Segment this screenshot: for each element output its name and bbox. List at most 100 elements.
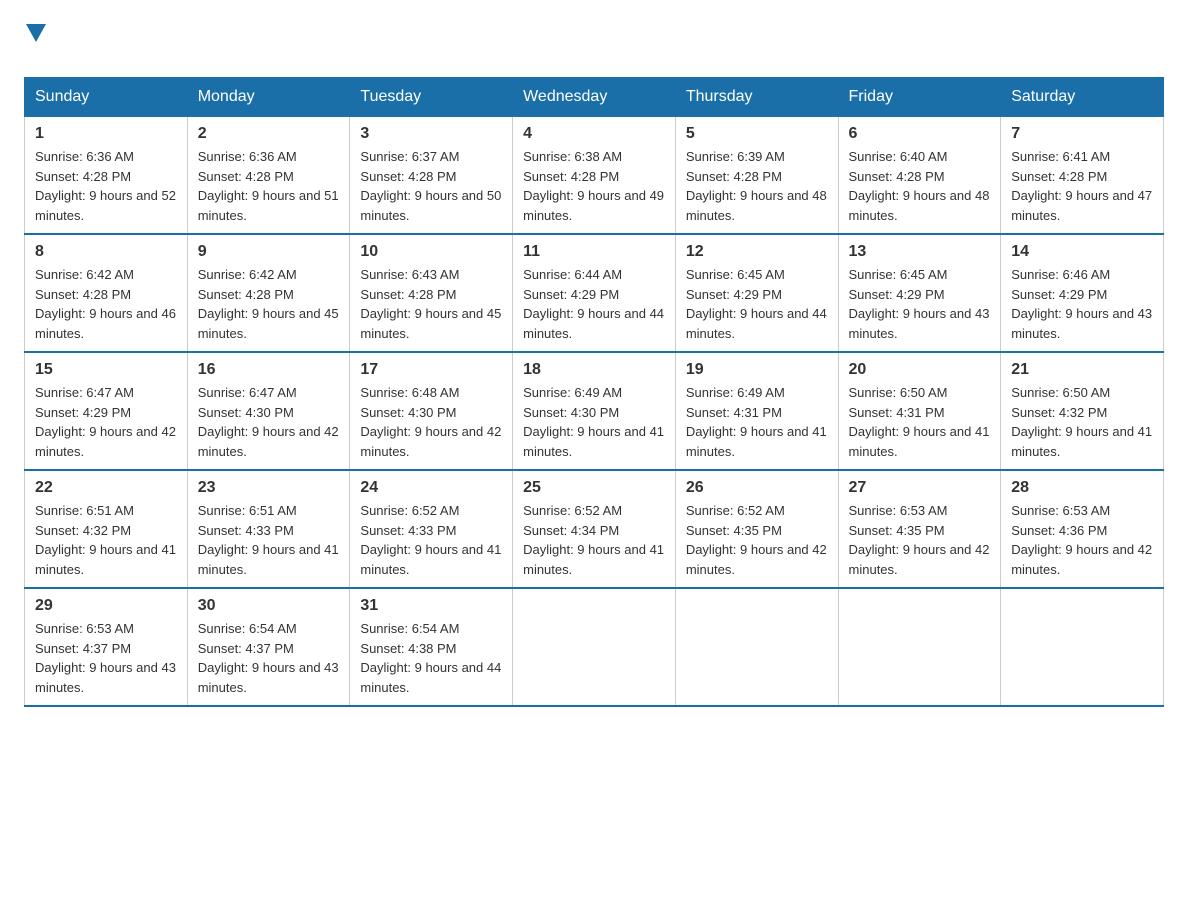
calendar-cell	[838, 588, 1001, 706]
day-number: 10	[360, 243, 502, 261]
day-number: 1	[35, 125, 177, 143]
weekday-header-saturday: Saturday	[1001, 78, 1164, 117]
calendar-cell: 24 Sunrise: 6:52 AMSunset: 4:33 PMDayligh…	[350, 470, 513, 588]
day-info: Sunrise: 6:43 AMSunset: 4:28 PMDaylight:…	[360, 265, 502, 343]
day-info: Sunrise: 6:37 AMSunset: 4:28 PMDaylight:…	[360, 147, 502, 225]
day-number: 5	[686, 125, 828, 143]
day-number: 21	[1011, 361, 1153, 379]
day-info: Sunrise: 6:36 AMSunset: 4:28 PMDaylight:…	[35, 147, 177, 225]
day-info: Sunrise: 6:40 AMSunset: 4:28 PMDaylight:…	[849, 147, 991, 225]
day-number: 31	[360, 597, 502, 615]
day-number: 8	[35, 243, 177, 261]
day-info: Sunrise: 6:47 AMSunset: 4:30 PMDaylight:…	[198, 383, 340, 461]
calendar-cell: 13Sunrise: 6:45 AMSunset: 4:29 PMDayligh…	[838, 234, 1001, 352]
calendar-cell: 9 Sunrise: 6:42 AMSunset: 4:28 PMDaylight…	[187, 234, 350, 352]
calendar-cell: 11 Sunrise: 6:44 AMSunset: 4:29 PMDayligh…	[513, 234, 676, 352]
calendar-cell: 27 Sunrise: 6:53 AMSunset: 4:35 PMDayligh…	[838, 470, 1001, 588]
calendar-cell: 30 Sunrise: 6:54 AMSunset: 4:37 PMDayligh…	[187, 588, 350, 706]
day-info: Sunrise: 6:45 AMSunset: 4:29 PMDaylight:…	[849, 265, 991, 343]
calendar-cell: 7Sunrise: 6:41 AMSunset: 4:28 PMDaylight…	[1001, 117, 1164, 235]
calendar-cell: 2 Sunrise: 6:36 AMSunset: 4:28 PMDaylight…	[187, 117, 350, 235]
calendar-week-row: 1 Sunrise: 6:36 AMSunset: 4:28 PMDaylight…	[25, 117, 1164, 235]
weekday-header-sunday: Sunday	[25, 78, 188, 117]
day-info: Sunrise: 6:52 AMSunset: 4:35 PMDaylight:…	[686, 501, 828, 579]
calendar-cell: 31 Sunrise: 6:54 AMSunset: 4:38 PMDayligh…	[350, 588, 513, 706]
calendar-cell: 15 Sunrise: 6:47 AMSunset: 4:29 PMDayligh…	[25, 352, 188, 470]
calendar-cell: 16Sunrise: 6:47 AMSunset: 4:30 PMDayligh…	[187, 352, 350, 470]
calendar-cell: 21 Sunrise: 6:50 AMSunset: 4:32 PMDayligh…	[1001, 352, 1164, 470]
day-number: 7	[1011, 125, 1153, 143]
calendar-cell	[513, 588, 676, 706]
day-info: Sunrise: 6:42 AMSunset: 4:28 PMDaylight:…	[198, 265, 340, 343]
weekday-header-wednesday: Wednesday	[513, 78, 676, 117]
calendar-cell: 28Sunrise: 6:53 AMSunset: 4:36 PMDayligh…	[1001, 470, 1164, 588]
calendar-table: SundayMondayTuesdayWednesdayThursdayFrid…	[24, 77, 1164, 707]
page-header	[24, 24, 1164, 65]
day-info: Sunrise: 6:52 AMSunset: 4:33 PMDaylight:…	[360, 501, 502, 579]
weekday-header-tuesday: Tuesday	[350, 78, 513, 117]
day-info: Sunrise: 6:36 AMSunset: 4:28 PMDaylight:…	[198, 147, 340, 225]
day-number: 25	[523, 479, 665, 497]
day-info: Sunrise: 6:54 AMSunset: 4:38 PMDaylight:…	[360, 619, 502, 697]
day-info: Sunrise: 6:44 AMSunset: 4:29 PMDaylight:…	[523, 265, 665, 343]
day-info: Sunrise: 6:45 AMSunset: 4:29 PMDaylight:…	[686, 265, 828, 343]
day-number: 15	[35, 361, 177, 379]
day-info: Sunrise: 6:38 AMSunset: 4:28 PMDaylight:…	[523, 147, 665, 225]
day-number: 30	[198, 597, 340, 615]
day-info: Sunrise: 6:47 AMSunset: 4:29 PMDaylight:…	[35, 383, 177, 461]
day-number: 14	[1011, 243, 1153, 261]
calendar-cell: 8 Sunrise: 6:42 AMSunset: 4:28 PMDaylight…	[25, 234, 188, 352]
day-number: 12	[686, 243, 828, 261]
calendar-cell: 18 Sunrise: 6:49 AMSunset: 4:30 PMDayligh…	[513, 352, 676, 470]
weekday-header-friday: Friday	[838, 78, 1001, 117]
calendar-cell: 6 Sunrise: 6:40 AMSunset: 4:28 PMDaylight…	[838, 117, 1001, 235]
day-number: 18	[523, 361, 665, 379]
day-info: Sunrise: 6:51 AMSunset: 4:32 PMDaylight:…	[35, 501, 177, 579]
day-info: Sunrise: 6:51 AMSunset: 4:33 PMDaylight:…	[198, 501, 340, 579]
calendar-cell	[1001, 588, 1164, 706]
calendar-header-row: SundayMondayTuesdayWednesdayThursdayFrid…	[25, 78, 1164, 117]
day-info: Sunrise: 6:52 AMSunset: 4:34 PMDaylight:…	[523, 501, 665, 579]
day-info: Sunrise: 6:50 AMSunset: 4:32 PMDaylight:…	[1011, 383, 1153, 461]
day-info: Sunrise: 6:53 AMSunset: 4:35 PMDaylight:…	[849, 501, 991, 579]
day-number: 26	[686, 479, 828, 497]
day-number: 9	[198, 243, 340, 261]
calendar-cell	[675, 588, 838, 706]
day-number: 2	[198, 125, 340, 143]
weekday-header-thursday: Thursday	[675, 78, 838, 117]
day-number: 11	[523, 243, 665, 261]
calendar-cell: 14Sunrise: 6:46 AMSunset: 4:29 PMDayligh…	[1001, 234, 1164, 352]
day-number: 27	[849, 479, 991, 497]
calendar-cell: 17Sunrise: 6:48 AMSunset: 4:30 PMDayligh…	[350, 352, 513, 470]
calendar-cell: 4 Sunrise: 6:38 AMSunset: 4:28 PMDaylight…	[513, 117, 676, 235]
calendar-cell: 12 Sunrise: 6:45 AMSunset: 4:29 PMDayligh…	[675, 234, 838, 352]
day-info: Sunrise: 6:49 AMSunset: 4:31 PMDaylight:…	[686, 383, 828, 461]
day-number: 3	[360, 125, 502, 143]
day-number: 19	[686, 361, 828, 379]
day-info: Sunrise: 6:54 AMSunset: 4:37 PMDaylight:…	[198, 619, 340, 697]
calendar-cell: 10 Sunrise: 6:43 AMSunset: 4:28 PMDayligh…	[350, 234, 513, 352]
calendar-week-row: 29 Sunrise: 6:53 AMSunset: 4:37 PMDayligh…	[25, 588, 1164, 706]
day-info: Sunrise: 6:49 AMSunset: 4:30 PMDaylight:…	[523, 383, 665, 461]
calendar-cell: 1 Sunrise: 6:36 AMSunset: 4:28 PMDaylight…	[25, 117, 188, 235]
day-number: 28	[1011, 479, 1153, 497]
calendar-week-row: 8 Sunrise: 6:42 AMSunset: 4:28 PMDaylight…	[25, 234, 1164, 352]
day-number: 20	[849, 361, 991, 379]
calendar-cell: 20 Sunrise: 6:50 AMSunset: 4:31 PMDayligh…	[838, 352, 1001, 470]
calendar-week-row: 22Sunrise: 6:51 AMSunset: 4:32 PMDayligh…	[25, 470, 1164, 588]
day-number: 6	[849, 125, 991, 143]
calendar-cell: 5 Sunrise: 6:39 AMSunset: 4:28 PMDaylight…	[675, 117, 838, 235]
day-info: Sunrise: 6:42 AMSunset: 4:28 PMDaylight:…	[35, 265, 177, 343]
day-number: 24	[360, 479, 502, 497]
day-number: 4	[523, 125, 665, 143]
calendar-cell: 23 Sunrise: 6:51 AMSunset: 4:33 PMDayligh…	[187, 470, 350, 588]
calendar-week-row: 15 Sunrise: 6:47 AMSunset: 4:29 PMDayligh…	[25, 352, 1164, 470]
day-number: 29	[35, 597, 177, 615]
day-info: Sunrise: 6:50 AMSunset: 4:31 PMDaylight:…	[849, 383, 991, 461]
day-info: Sunrise: 6:53 AMSunset: 4:37 PMDaylight:…	[35, 619, 177, 697]
day-info: Sunrise: 6:48 AMSunset: 4:30 PMDaylight:…	[360, 383, 502, 461]
calendar-cell: 22Sunrise: 6:51 AMSunset: 4:32 PMDayligh…	[25, 470, 188, 588]
day-info: Sunrise: 6:39 AMSunset: 4:28 PMDaylight:…	[686, 147, 828, 225]
weekday-header-monday: Monday	[187, 78, 350, 117]
day-number: 23	[198, 479, 340, 497]
